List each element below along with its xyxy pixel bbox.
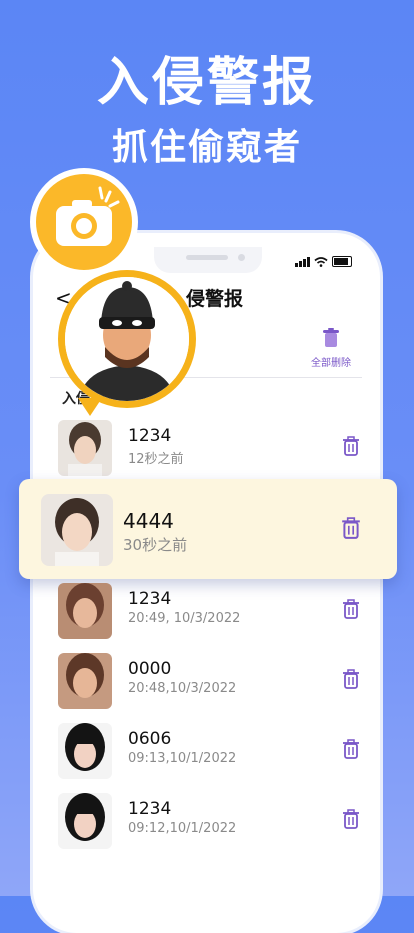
trash-icon[interactable]	[342, 436, 360, 456]
trash-icon[interactable]	[342, 739, 360, 759]
notch-speaker	[186, 255, 228, 260]
timestamp: 09:13,10/1/2022	[128, 751, 237, 766]
trash-icon	[323, 328, 339, 347]
notch-camera	[238, 254, 245, 261]
delete-all-label: 全部删除	[311, 358, 351, 369]
intruder-photo	[58, 723, 112, 779]
screen-title: 侵警报	[186, 288, 244, 310]
pin-code: 0000	[128, 659, 172, 679]
thief-bubble	[58, 270, 196, 408]
intrusion-row[interactable]: 1234 12秒之前	[58, 420, 368, 480]
pin-code: 1234	[128, 589, 172, 609]
timestamp: 09:12,10/1/2022	[128, 821, 237, 836]
battery-icon	[332, 256, 352, 267]
status-bar	[295, 256, 352, 267]
intruder-photo	[58, 583, 112, 639]
delete-all-button[interactable]: 全部删除	[308, 328, 354, 369]
camera-badge	[30, 168, 138, 276]
intruder-photo	[41, 494, 113, 566]
intruder-photo	[58, 420, 112, 476]
promo-subheadline: 抓住偷窥者	[111, 127, 302, 168]
intrusion-row[interactable]: 0606 09:13,10/1/2022	[58, 723, 368, 783]
trash-icon[interactable]	[342, 669, 360, 689]
promo-headline: 入侵警报	[96, 53, 317, 113]
intrusion-row[interactable]: 1234 20:49, 10/3/2022	[58, 583, 368, 643]
intruder-photo	[58, 793, 112, 849]
pin-code: 0606	[128, 729, 172, 749]
highlighted-intrusion-row[interactable]: 4444 30秒之前	[19, 479, 397, 579]
pin-code: 1234	[128, 426, 172, 446]
camera-icon	[56, 186, 120, 246]
bubble-tail	[78, 398, 102, 416]
wifi-icon	[314, 256, 328, 267]
phone-notch	[154, 247, 262, 273]
trash-icon[interactable]	[341, 517, 361, 539]
timestamp: 30秒之前	[123, 536, 188, 554]
pin-code: 4444	[123, 509, 174, 533]
timestamp: 12秒之前	[128, 452, 184, 467]
intrusion-row[interactable]: 0000 20:48,10/3/2022	[58, 653, 368, 713]
timestamp: 20:48,10/3/2022	[128, 681, 237, 696]
intrusion-row[interactable]: 1234 09:12,10/1/2022	[58, 793, 368, 853]
pin-code: 1234	[128, 799, 172, 819]
timestamp: 20:49, 10/3/2022	[128, 611, 241, 626]
intruder-photo	[58, 653, 112, 709]
thief-avatar-icon	[65, 277, 189, 401]
trash-icon[interactable]	[342, 809, 360, 829]
trash-icon[interactable]	[342, 599, 360, 619]
signal-icon	[295, 256, 310, 267]
